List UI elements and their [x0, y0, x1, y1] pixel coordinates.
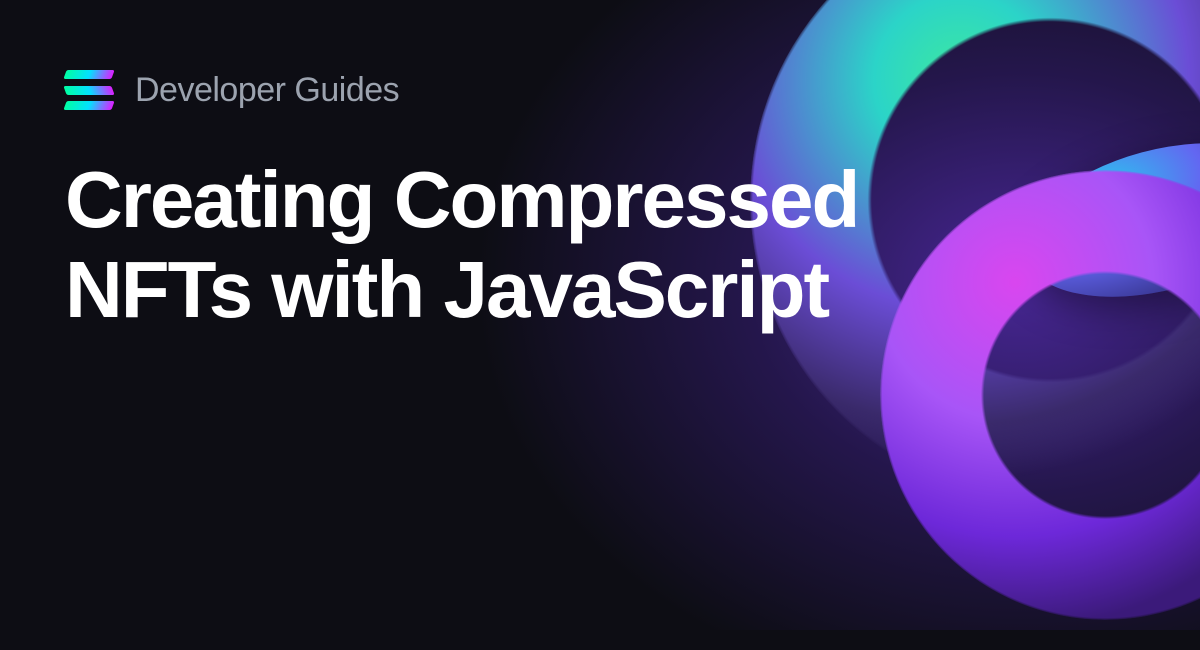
logo-bar: [63, 101, 114, 110]
page-title: Creating Compressed NFTs with JavaScript: [65, 155, 965, 334]
header: Developer Guides: [65, 70, 1135, 110]
logo-bar: [63, 70, 114, 79]
breadcrumb: Developer Guides: [135, 71, 399, 110]
solana-logo-icon: [65, 70, 113, 110]
logo-bar: [63, 86, 114, 95]
content-container: Developer Guides Creating Compressed NFT…: [0, 0, 1200, 404]
